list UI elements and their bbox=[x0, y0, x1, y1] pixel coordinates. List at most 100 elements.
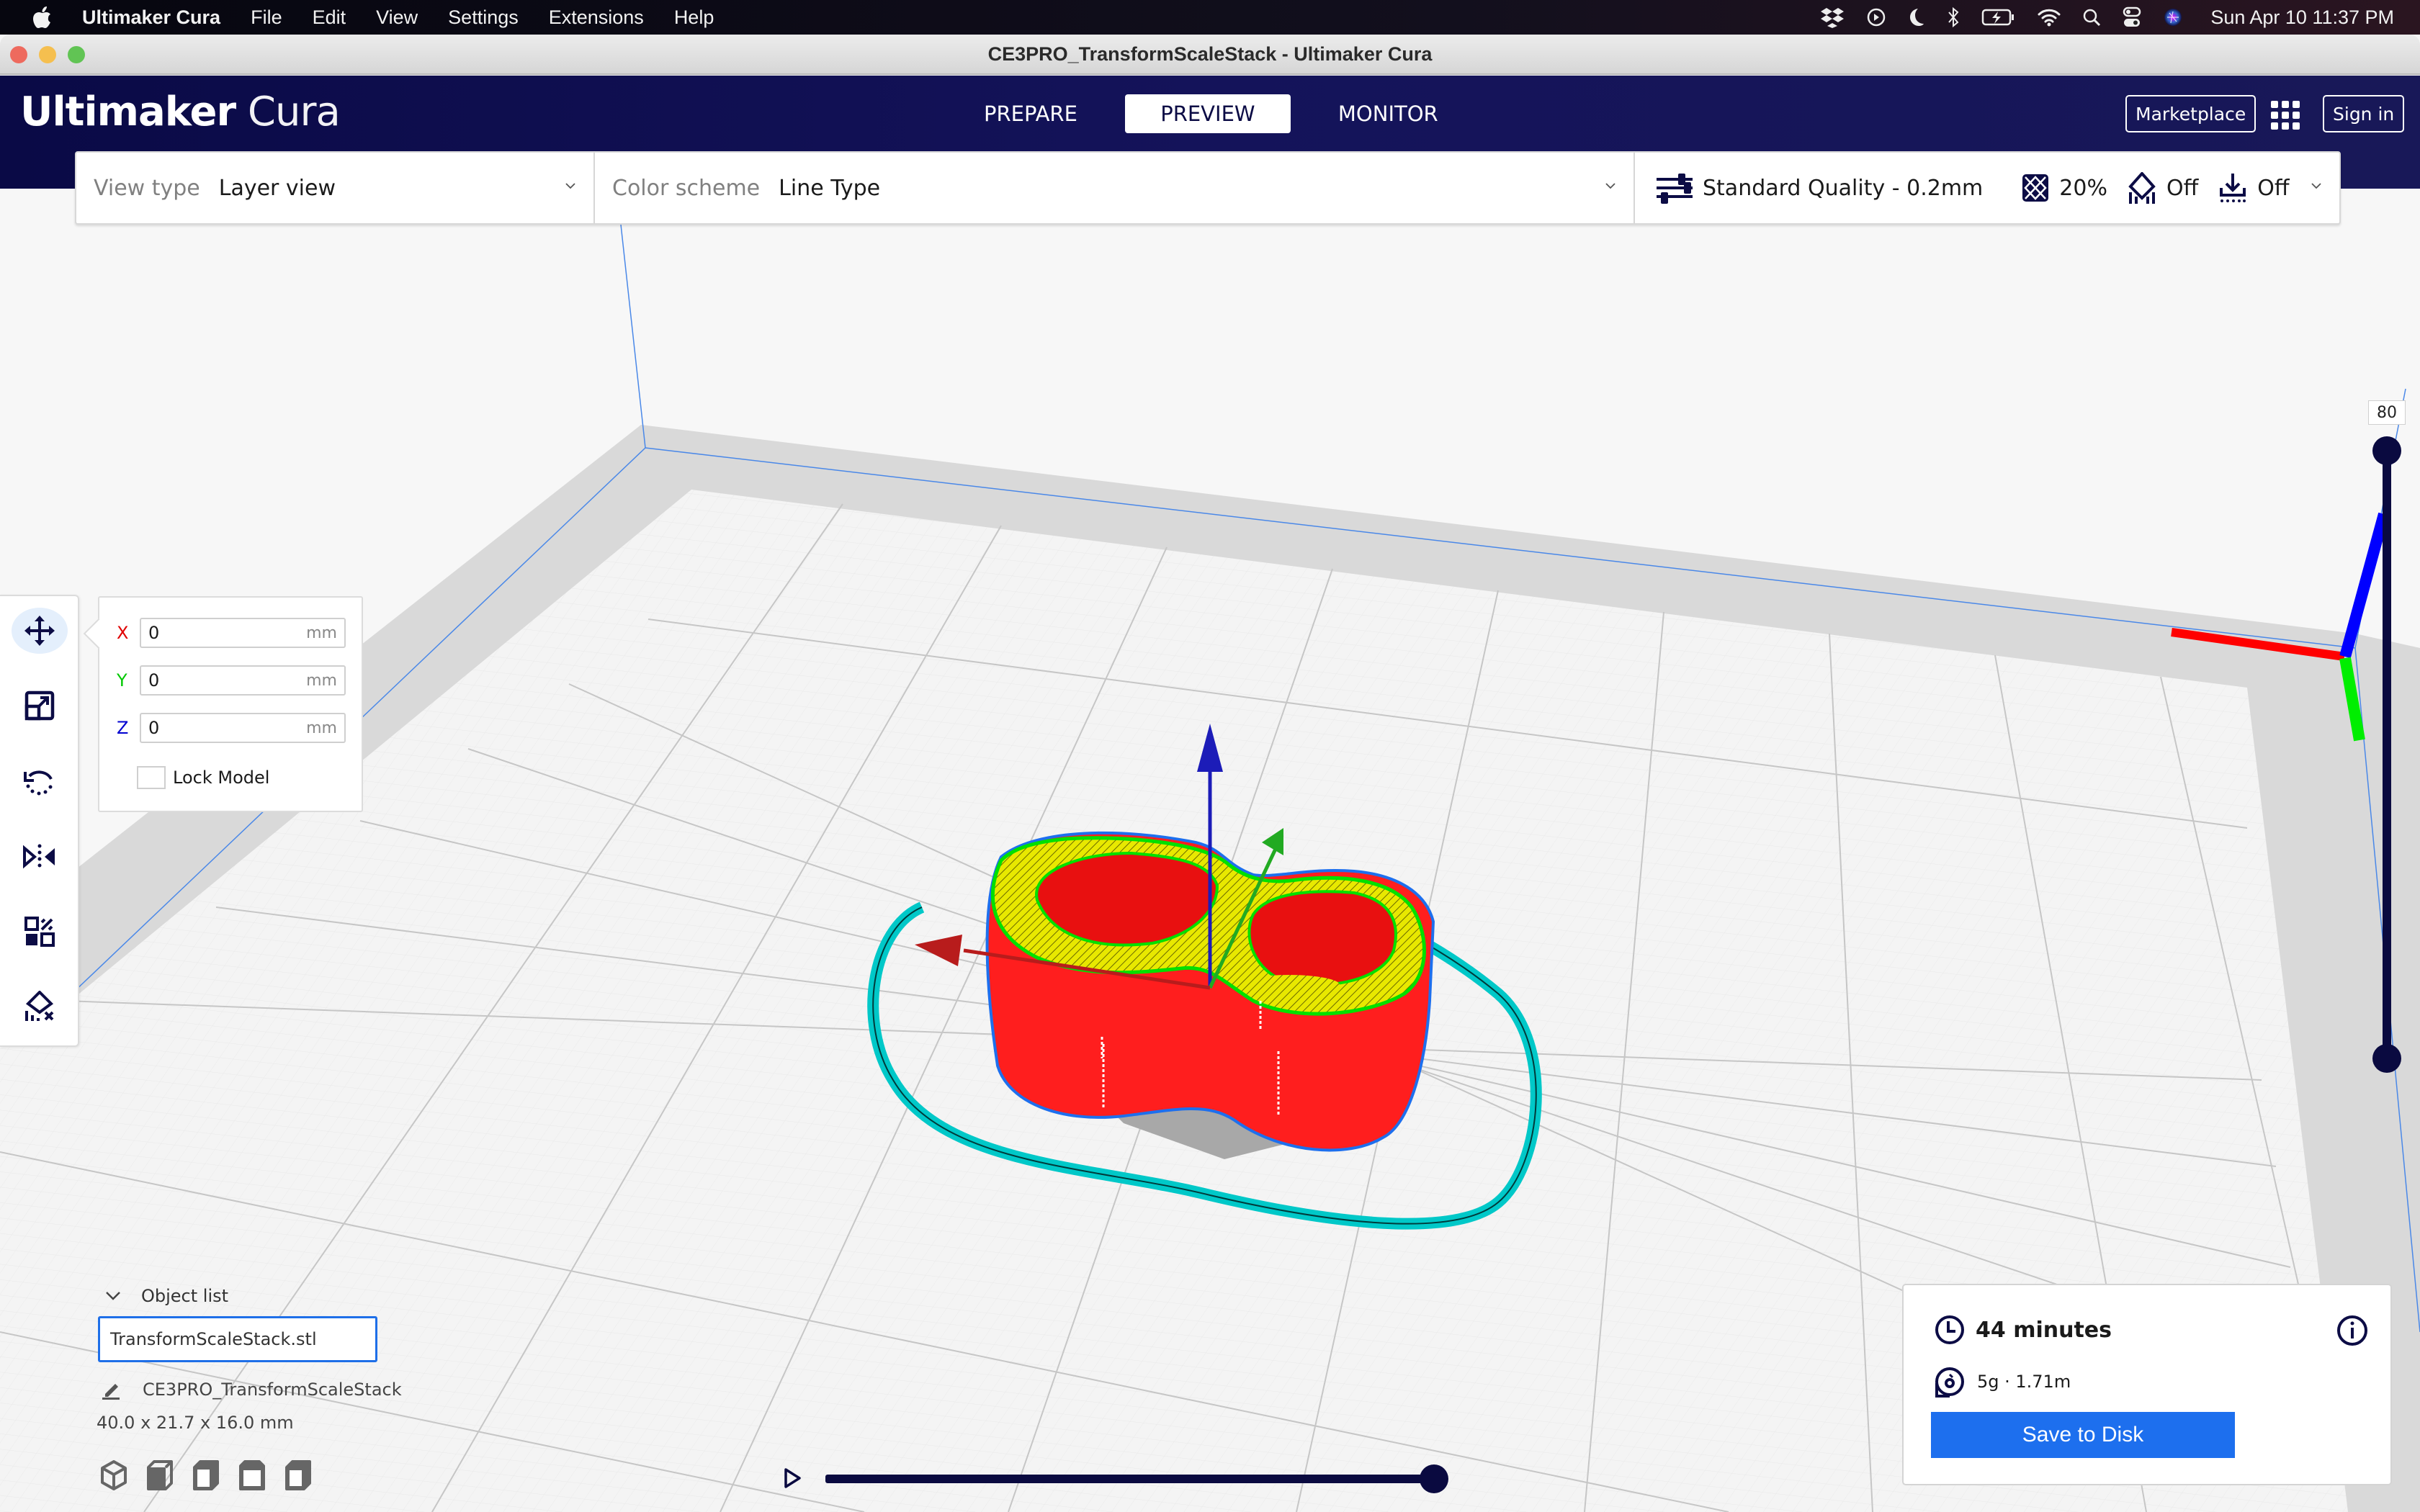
menu-extensions[interactable]: Extensions bbox=[549, 6, 644, 29]
top-view-cube-icon[interactable] bbox=[193, 1460, 219, 1490]
material-usage-row: 5g · 1.71m bbox=[1934, 1366, 2071, 1398]
job-name: CE3PRO_TransformScaleStack bbox=[143, 1380, 402, 1400]
z-value[interactable]: 0 bbox=[148, 718, 159, 738]
support-blocker-button[interactable] bbox=[12, 984, 68, 1030]
chevron-down-icon bbox=[2311, 183, 2321, 189]
job-name-row[interactable]: CE3PRO_TransformScaleStack bbox=[98, 1377, 408, 1403]
adhesion-value: Off bbox=[2257, 175, 2290, 201]
bluetooth-icon[interactable] bbox=[1947, 6, 1960, 28]
apps-grid-icon[interactable] bbox=[2271, 101, 2300, 130]
right-view-cube-icon[interactable] bbox=[285, 1460, 311, 1490]
lock-model-row[interactable]: Lock Model bbox=[137, 766, 269, 789]
x-position-input[interactable]: 0 mm bbox=[140, 618, 346, 648]
print-time-row: 44 minutes bbox=[1934, 1314, 2112, 1346]
3d-view-cube-icon[interactable] bbox=[101, 1460, 127, 1490]
layer-number-label[interactable]: 80 bbox=[2368, 400, 2406, 425]
pencil-icon[interactable] bbox=[101, 1380, 121, 1400]
battery-charging-icon[interactable] bbox=[1981, 8, 2016, 27]
layer-slider-lower-handle[interactable] bbox=[2372, 1044, 2401, 1073]
tab-prepare[interactable]: PREPARE bbox=[958, 94, 1109, 133]
move-tool-panel: X 0 mm Y 0 mm Z 0 mm Lock Model bbox=[98, 596, 363, 812]
support-icon bbox=[2128, 172, 2156, 204]
tool-sidebar bbox=[0, 595, 79, 1047]
left-view-cube-icon[interactable] bbox=[239, 1460, 265, 1490]
print-summary-panel: 44 minutes 5g · 1.71m Save to Disk bbox=[1902, 1284, 2392, 1485]
front-view-cube-icon[interactable] bbox=[147, 1460, 173, 1490]
menu-edit[interactable]: Edit bbox=[313, 6, 346, 29]
dropbox-icon[interactable] bbox=[1820, 6, 1845, 28]
play-circle-icon[interactable] bbox=[1866, 7, 1886, 27]
path-slider-handle[interactable] bbox=[1420, 1464, 1448, 1493]
camera-view-buttons bbox=[101, 1460, 311, 1490]
moon-icon[interactable] bbox=[1908, 7, 1925, 27]
y-position-row: Y 0 mm bbox=[117, 665, 346, 696]
path-slider-track[interactable] bbox=[825, 1475, 1434, 1483]
menu-view[interactable]: View bbox=[376, 6, 418, 29]
marketplace-button[interactable]: Marketplace bbox=[2125, 95, 2257, 132]
z-position-input[interactable]: 0 mm bbox=[140, 713, 346, 743]
model-dimensions: 40.0 x 21.7 x 16.0 mm bbox=[97, 1413, 294, 1433]
apple-menu-icon[interactable] bbox=[32, 5, 53, 30]
sign-in-button[interactable]: Sign in bbox=[2323, 95, 2405, 132]
tab-monitor[interactable]: MONITOR bbox=[1307, 94, 1470, 133]
menu-settings[interactable]: Settings bbox=[448, 6, 519, 29]
rotate-tool-button[interactable] bbox=[12, 759, 68, 805]
z-axis-label: Z bbox=[117, 718, 129, 738]
info-icon[interactable] bbox=[2336, 1314, 2369, 1347]
lock-model-checkbox[interactable] bbox=[137, 766, 166, 789]
x-unit: mm bbox=[306, 624, 337, 642]
infill-value: 20% bbox=[2059, 175, 2107, 201]
per-model-settings-icon bbox=[24, 917, 55, 947]
object-list-toggle[interactable]: Object list bbox=[98, 1283, 408, 1309]
z-unit: mm bbox=[306, 719, 337, 737]
y-value[interactable]: 0 bbox=[148, 670, 159, 690]
save-to-disk-button[interactable]: Save to Disk bbox=[1931, 1412, 2235, 1458]
clock-icon bbox=[1935, 1315, 1964, 1344]
control-center-icon[interactable] bbox=[2123, 6, 2141, 28]
print-time: 44 minutes bbox=[1976, 1317, 2112, 1343]
siri-icon[interactable] bbox=[2163, 7, 2183, 27]
x-axis-label: X bbox=[117, 623, 129, 643]
sliders-icon bbox=[1657, 174, 1693, 204]
view-type-value: Layer view bbox=[218, 175, 336, 201]
wifi-icon[interactable] bbox=[2038, 8, 2061, 27]
view-type-label: View type bbox=[94, 175, 200, 201]
tab-preview[interactable]: PREVIEW bbox=[1124, 94, 1291, 133]
move-icon bbox=[24, 616, 55, 646]
quality-value: Standard Quality - 0.2mm bbox=[1703, 175, 1984, 201]
quality-setting: Standard Quality - 0.2mm bbox=[1657, 172, 1983, 204]
chevron-down-icon bbox=[106, 1292, 120, 1300]
layer-slider-track[interactable] bbox=[2383, 446, 2391, 1058]
object-list-item[interactable]: TransformScaleStack.stl bbox=[98, 1316, 377, 1362]
mirror-tool-button[interactable] bbox=[12, 834, 68, 880]
play-icon[interactable] bbox=[784, 1467, 802, 1489]
window-titlebar: CE3PRO_TransformScaleStack - Ultimaker C… bbox=[0, 35, 2420, 75]
menu-app-name[interactable]: Ultimaker Cura bbox=[82, 6, 220, 29]
y-position-input[interactable]: 0 mm bbox=[140, 665, 346, 696]
spotlight-search-icon[interactable] bbox=[2082, 8, 2101, 27]
x-position-row: X 0 mm bbox=[117, 618, 346, 648]
color-scheme-value: Line Type bbox=[779, 175, 881, 201]
color-scheme-dropdown[interactable]: Color scheme Line Type bbox=[595, 153, 1635, 223]
per-model-settings-button[interactable] bbox=[12, 909, 68, 955]
y-unit: mm bbox=[306, 671, 337, 690]
model-inner-cavity-right bbox=[1247, 890, 1397, 986]
scale-tool-button[interactable] bbox=[12, 683, 68, 729]
menubar-clock[interactable]: Sun Apr 10 11:37 PM bbox=[2210, 6, 2394, 29]
view-type-dropdown[interactable]: View type Layer view bbox=[76, 153, 595, 223]
infill-setting: 20% bbox=[2022, 174, 2107, 202]
object-list: Object list TransformScaleStack.stl CE3P… bbox=[97, 1283, 408, 1433]
move-tool-button[interactable] bbox=[12, 608, 68, 654]
view-options-bar: View type Layer view Color scheme Line T… bbox=[75, 151, 2341, 225]
layer-slider-upper-handle[interactable] bbox=[2372, 436, 2401, 465]
z-position-row: Z 0 mm bbox=[117, 713, 346, 743]
print-settings-dropdown[interactable]: Standard Quality - 0.2mm 20% Off Off bbox=[1635, 153, 2339, 223]
adhesion-icon bbox=[2220, 174, 2246, 202]
logo-bold-text: Ultimaker bbox=[20, 89, 236, 135]
x-value[interactable]: 0 bbox=[148, 623, 159, 643]
menu-help[interactable]: Help bbox=[674, 6, 714, 29]
menu-file[interactable]: File bbox=[251, 6, 282, 29]
support-setting: Off bbox=[2128, 172, 2198, 204]
window-title: CE3PRO_TransformScaleStack - Ultimaker C… bbox=[987, 43, 1433, 65]
support-blocker-icon bbox=[25, 991, 54, 1021]
